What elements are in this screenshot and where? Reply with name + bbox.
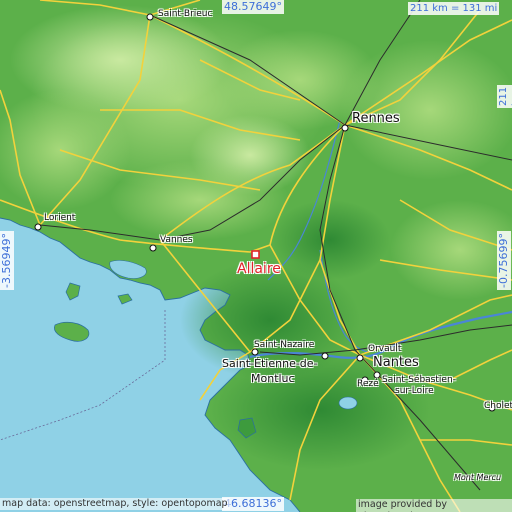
coord-top-latitude: 48.57649° <box>222 0 284 14</box>
scale-horizontal: 211 km = 131 mi <box>408 2 500 15</box>
city-label-reze: Rezé <box>357 379 379 389</box>
city-label-saint-sebastien-line2: sur-Loire <box>395 386 434 396</box>
city-label-saint-etienne-line2: Montluc <box>251 372 295 385</box>
city-label-saint-etienne-line1: Saint-Étienne-de- <box>222 357 318 370</box>
city-label-vannes: Vannes <box>160 235 193 245</box>
city-label-orvault: Orvault <box>368 344 402 354</box>
city-label-saint-etienne: Saint-Étienne-de- <box>222 358 318 369</box>
city-label-cholet: Cholet <box>484 401 512 411</box>
lake-grand-lieu <box>338 396 358 410</box>
city-label-lorient: Lorient <box>44 213 76 223</box>
coord-right-longitude: -0.75699° <box>497 231 511 290</box>
coord-bottom-latitude: 46.68136° <box>222 497 284 511</box>
city-label-nantes: Nantes <box>373 355 419 370</box>
square-marker-icon <box>251 250 260 259</box>
city-label-saint-sebastien-line1: Saint-Sébastien- <box>382 375 456 385</box>
terrain-layer <box>0 0 512 512</box>
city-label-rennes: Rennes <box>352 111 400 126</box>
scale-vertical: 211 km = 131 mi <box>497 84 512 108</box>
city-label-saint-brieuc: Saint-Brieuc <box>158 9 213 19</box>
attribution-right: image provided by elevation.city <box>356 499 512 512</box>
city-label-saint-nazaire: Saint-Nazaire <box>254 340 315 350</box>
map-view[interactable]: Saint-Brieuc Rennes Lorient Vannes Allai… <box>0 0 512 512</box>
attribution-left: map data: openstreetmap, style: opentopo… <box>0 498 230 510</box>
coord-left-longitude: -3.56949° <box>0 231 14 290</box>
city-label-mont-mercure: Mont Mercu <box>454 473 502 482</box>
marker-label: Allaire <box>237 261 281 277</box>
